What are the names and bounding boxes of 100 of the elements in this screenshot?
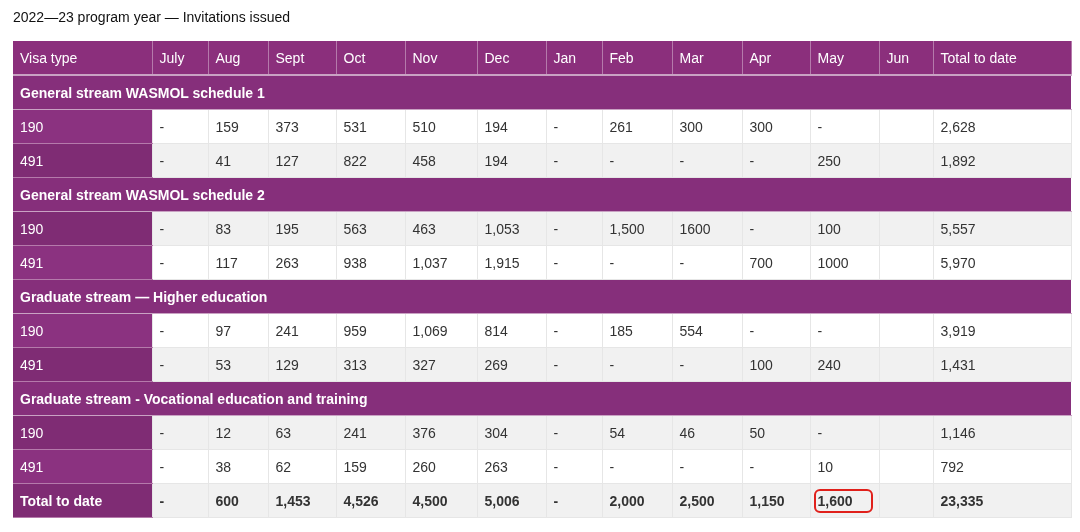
column-header: Apr — [742, 41, 810, 75]
table-cell: 4,526 — [336, 483, 405, 518]
table-cell: 5,006 — [477, 483, 546, 518]
table-cell: 41 — [208, 143, 268, 178]
table-cell: - — [546, 109, 602, 144]
table-cell: - — [742, 211, 810, 246]
table-cell: 510 — [405, 109, 477, 144]
table-cell: 53 — [208, 347, 268, 382]
table-cell: - — [742, 143, 810, 178]
table-cell: 814 — [477, 313, 546, 348]
table-cell: 269 — [477, 347, 546, 382]
table-cell: 304 — [477, 415, 546, 450]
table-cell: 327 — [405, 347, 477, 382]
column-header: Nov — [405, 41, 477, 75]
table-cell: 1,069 — [405, 313, 477, 348]
table-cell: 97 — [208, 313, 268, 348]
table-cell: 4,500 — [405, 483, 477, 518]
visa-type-cell: 190 — [13, 109, 152, 144]
table-cell: 822 — [336, 143, 405, 178]
table-cell: 62 — [268, 449, 336, 484]
table-cell: 127 — [268, 143, 336, 178]
table-cell: 3,919 — [933, 313, 1071, 348]
visa-type-cell: 491 — [13, 347, 152, 382]
table-cell: 5,970 — [933, 245, 1071, 280]
table-cell: 463 — [405, 211, 477, 246]
table-cell: 100 — [742, 347, 810, 382]
visa-type-cell: 190 — [13, 211, 152, 246]
table-cell: 531 — [336, 109, 405, 144]
table-cell: 12 — [208, 415, 268, 450]
table-cell: 2,500 — [672, 483, 742, 518]
table-cell: 313 — [336, 347, 405, 382]
column-header: Aug — [208, 41, 268, 75]
table-cell: 129 — [268, 347, 336, 382]
group-heading-row: Graduate stream - Vocational education and training — [13, 381, 1071, 416]
table-cell: - — [152, 211, 208, 246]
column-header: May — [810, 41, 879, 75]
table-cell: - — [602, 449, 672, 484]
table-cell: 159 — [208, 109, 268, 144]
visa-type-cell: 491 — [13, 143, 152, 178]
table-cell: 261 — [602, 109, 672, 144]
table-cell: 959 — [336, 313, 405, 348]
table-cell: - — [602, 143, 672, 178]
table-cell: 46 — [672, 415, 742, 450]
table-cell: - — [546, 449, 602, 484]
table-cell: 1,150 — [742, 483, 810, 518]
table-cell: 1,600 — [810, 483, 879, 518]
table-cell: - — [546, 313, 602, 348]
table-cell: 23,335 — [933, 483, 1071, 518]
table-cell: 241 — [268, 313, 336, 348]
column-header: Jan — [546, 41, 602, 75]
table-cell: - — [672, 245, 742, 280]
table-cell: 263 — [268, 245, 336, 280]
table-cell: - — [152, 245, 208, 280]
table-cell: - — [546, 143, 602, 178]
visa-type-cell: 190 — [13, 313, 152, 348]
visa-type-cell: 491 — [13, 449, 152, 484]
table-cell: 792 — [933, 449, 1071, 484]
table-cell: 700 — [742, 245, 810, 280]
table-cell: - — [152, 143, 208, 178]
table-cell: 1,500 — [602, 211, 672, 246]
table-cell: 1,053 — [477, 211, 546, 246]
table-cell: - — [602, 347, 672, 382]
column-header: July — [152, 41, 208, 75]
table-cell: - — [546, 347, 602, 382]
table-cell: - — [672, 143, 742, 178]
column-header: Mar — [672, 41, 742, 75]
table-cell: 376 — [405, 415, 477, 450]
table-cell: - — [152, 483, 208, 518]
table-cell: - — [672, 449, 742, 484]
table-cell: - — [152, 449, 208, 484]
column-header: Feb — [602, 41, 672, 75]
table-cell: 373 — [268, 109, 336, 144]
table-cell: - — [672, 347, 742, 382]
table-cell: 117 — [208, 245, 268, 280]
table-cell: - — [152, 347, 208, 382]
table-cell: 240 — [810, 347, 879, 382]
table-cell: 195 — [268, 211, 336, 246]
column-header: Visa type — [13, 41, 152, 75]
table-cell: 300 — [672, 109, 742, 144]
table-cell: 1,146 — [933, 415, 1071, 450]
table-cell: 2,000 — [602, 483, 672, 518]
column-header: Total to date — [933, 41, 1071, 75]
table-cell: 260 — [405, 449, 477, 484]
table-cell: - — [810, 415, 879, 450]
table-cell: 54 — [602, 415, 672, 450]
table-cell: 2,628 — [933, 109, 1071, 144]
table-cell: 1,431 — [933, 347, 1071, 382]
table-cell: 600 — [208, 483, 268, 518]
table-cell: - — [546, 483, 602, 518]
column-header: Sept — [268, 41, 336, 75]
table-cell: 1,892 — [933, 143, 1071, 178]
total-label-cell: Total to date — [13, 483, 152, 518]
visa-type-cell: 190 — [13, 415, 152, 450]
column-header: Jun — [879, 41, 933, 75]
table-cell: - — [742, 313, 810, 348]
table-cell: - — [152, 415, 208, 450]
group-heading-row: General stream WASMOL schedule 1 — [13, 75, 1071, 110]
table-cell: 300 — [742, 109, 810, 144]
table-cell: 554 — [672, 313, 742, 348]
table-cell: 563 — [336, 211, 405, 246]
